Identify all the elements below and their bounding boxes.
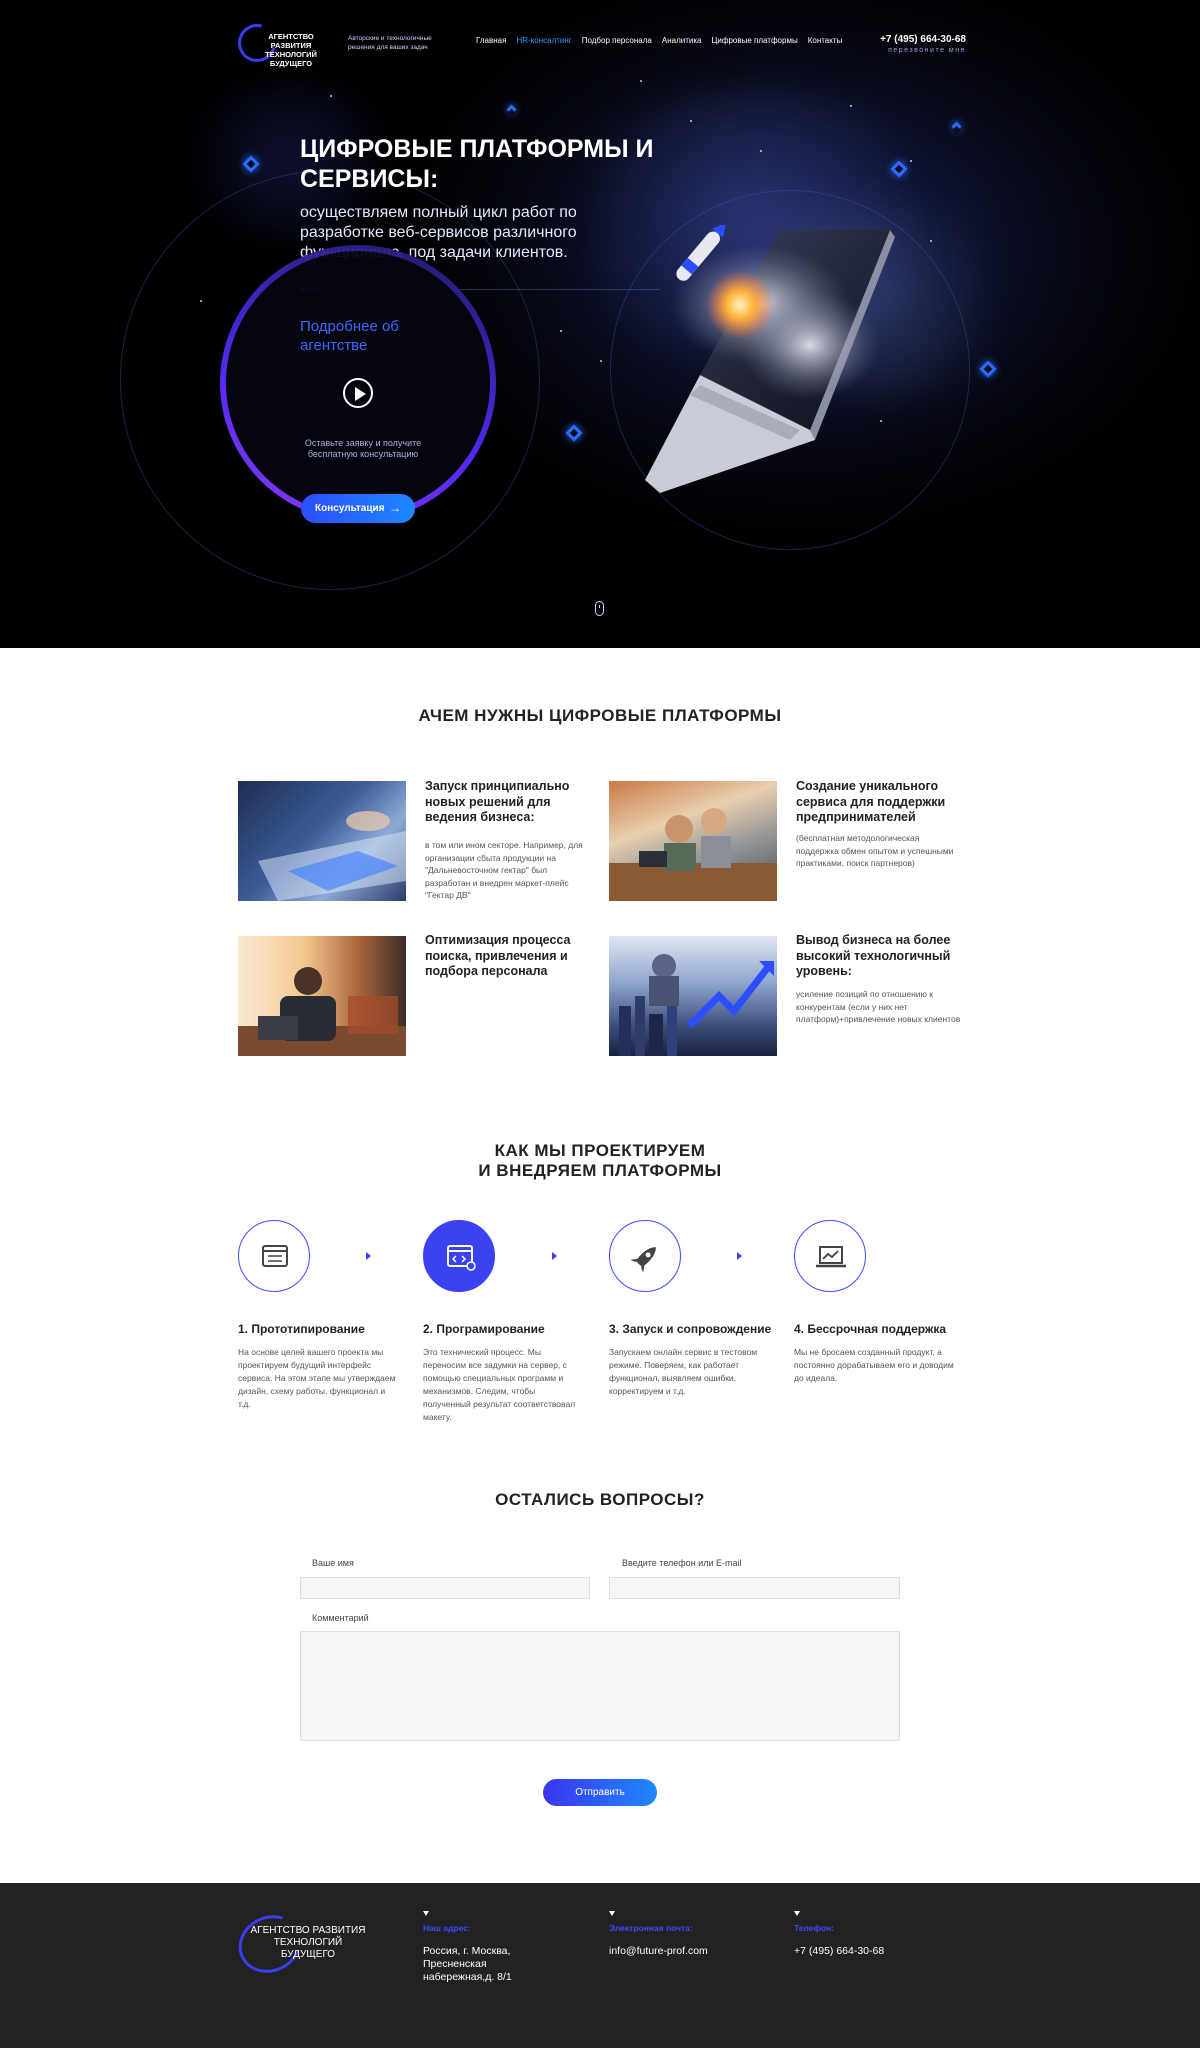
header-phone: +7 (495) 664-30-68 перезвоните мне — [880, 34, 966, 54]
triangle-icon — [609, 1911, 615, 1916]
main-nav: Главная HR-консалтинг Подбор персонала А… — [476, 36, 842, 45]
process-title: КАК МЫ ПРОЕКТИРУЕМ И ВНЕДРЯЕМ ПЛАТФОРМЫ — [0, 1141, 1200, 1181]
logo[interactable]: АГЕНТСТВО РАЗВИТИЯ ТЕХНОЛОГИЙ БУДУЩЕГО — [231, 17, 338, 69]
scroll-mouse-icon[interactable] — [595, 601, 604, 616]
step-1-circle — [238, 1220, 310, 1292]
card-heading: Запуск принципиально новых решений для в… — [425, 779, 570, 824]
callback-link[interactable]: перезвоните мне — [880, 47, 966, 54]
comment-textarea[interactable] — [300, 1631, 900, 1741]
name-label: Ваше имя — [312, 1558, 354, 1568]
hero-section: АГЕНТСТВО РАЗВИТИЯ ТЕХНОЛОГИЙ БУДУЩЕГО А… — [0, 0, 1200, 648]
step-arrow — [366, 1252, 371, 1260]
step-heading: 2. Програмирование — [423, 1322, 545, 1336]
arrow-right-icon: → — [389, 501, 401, 515]
step-text: Запускаем онлайн сервис в тестовом режим… — [609, 1347, 758, 1396]
card-heading: Вывод бизнеса на более высокий технологи… — [796, 933, 951, 978]
card-text: усиление позиций по отношению к конкурен… — [796, 989, 961, 1024]
card-text: в том или ином секторе. Например, для ор… — [425, 840, 583, 900]
name-input[interactable] — [300, 1577, 590, 1599]
nav-contacts[interactable]: Контакты — [808, 36, 843, 45]
nav-analytics[interactable]: Аналитика — [662, 36, 702, 45]
step-text: На основе целей вашего проекта мы проект… — [238, 1347, 396, 1409]
nav-recruiting[interactable]: Подбор персонала — [582, 36, 652, 45]
contact-label: Введите телефон или E-mail — [622, 1558, 742, 1568]
hero-note: Оставьте заявку и получите бесплатную ко… — [304, 438, 422, 459]
step-4-circle — [794, 1220, 866, 1292]
step-heading: 4. Бессрочная поддержка — [794, 1322, 947, 1336]
form-title: ОСТАЛИСЬ ВОПРОСЫ? — [495, 1490, 705, 1509]
comment-label: Комментарий — [312, 1613, 369, 1623]
diamond-decoration — [506, 104, 517, 115]
email-link[interactable]: info@future-prof.com — [609, 1945, 759, 1958]
diamond-decoration — [951, 121, 962, 132]
step-arrow — [737, 1252, 742, 1260]
step-text: Мы не бросаем созданный продукт, а посто… — [794, 1347, 954, 1383]
site-header: АГЕНТСТВО РАЗВИТИЯ ТЕХНОЛОГИЙ БУДУЩЕГО А… — [231, 17, 966, 69]
play-icon[interactable] — [343, 378, 373, 408]
nav-digital-platforms[interactable]: Цифровые платформы — [711, 36, 797, 45]
step-text: Это технический процесс. Мы переносим вс… — [423, 1347, 576, 1422]
step-3-circle — [609, 1220, 681, 1292]
triangle-icon — [794, 1911, 800, 1916]
about-agency-link[interactable]: Подробнее об агентстве — [300, 317, 440, 355]
process-title-line2: И ВНЕДРЯЕМ ПЛАТФОРМЫ — [478, 1161, 722, 1180]
consultation-label: Консультация — [315, 503, 385, 514]
footer-address: Наш адрес: Россия, г. Москва, Пресненска… — [423, 1911, 573, 1984]
consultation-button[interactable]: Консультация → — [301, 494, 415, 523]
card-heading: Оптимизация процесса поиска, привлечения… — [425, 933, 571, 978]
nav-home[interactable]: Главная — [476, 36, 506, 45]
code-window-icon — [447, 1245, 476, 1271]
card-image-recruiting — [238, 936, 406, 1056]
laptop-rocket-illustration — [645, 225, 895, 493]
footer-phone-link[interactable]: +7 (495) 664-30-68 — [794, 1945, 944, 1958]
footer-logo[interactable]: АГЕНТСТВО РАЗВИТИЯ ТЕХНОЛОГИЙ БУДУЩЕГО — [248, 1925, 368, 1961]
phone-number[interactable]: +7 (495) 664-30-68 — [880, 34, 966, 45]
contact-input[interactable] — [609, 1577, 900, 1599]
step-2-circle — [423, 1220, 495, 1292]
card-image-entrepreneurs — [609, 781, 777, 901]
rocket-icon — [630, 1247, 656, 1273]
header-tagline: Авторские и технологичные решения для ва… — [348, 35, 432, 51]
card-image-tech-level — [609, 936, 777, 1056]
diamond-decoration — [565, 424, 583, 442]
nav-hr-consulting[interactable]: HR-консалтинг — [516, 36, 571, 45]
submit-button[interactable]: Отправить — [543, 1779, 657, 1806]
card-heading: Создание уникального сервиса для поддерж… — [796, 779, 946, 824]
laptop-chart-icon — [816, 1246, 846, 1268]
card-image-business — [238, 781, 406, 901]
process-title-line1: КАК МЫ ПРОЕКТИРУЕМ — [494, 1141, 706, 1160]
card-text: (бесплатная методологическая поддержка о… — [796, 833, 954, 868]
step-heading: 1. Прототипирование — [238, 1322, 365, 1336]
triangle-icon — [423, 1911, 429, 1916]
browser-settings-icon — [262, 1245, 288, 1267]
step-heading: 3. Запуск и сопровождение — [609, 1322, 772, 1336]
hero-title: ЦИФРОВЫЕ ПЛАТФОРМЫ И СЕРВИСЫ: — [300, 135, 654, 193]
site-footer: АГЕНТСТВО РАЗВИТИЯ ТЕХНОЛОГИЙ БУДУЩЕГО Н… — [0, 1883, 1200, 2048]
step-arrow — [552, 1252, 557, 1260]
footer-phone: Телефон: +7 (495) 664-30-68 — [794, 1911, 944, 1958]
why-title: АЧЕМ НУЖНЫ ЦИФРОВЫЕ ПЛАТФОРМЫ — [418, 706, 782, 725]
footer-email: Электронная почта: info@future-prof.com — [609, 1911, 759, 1958]
